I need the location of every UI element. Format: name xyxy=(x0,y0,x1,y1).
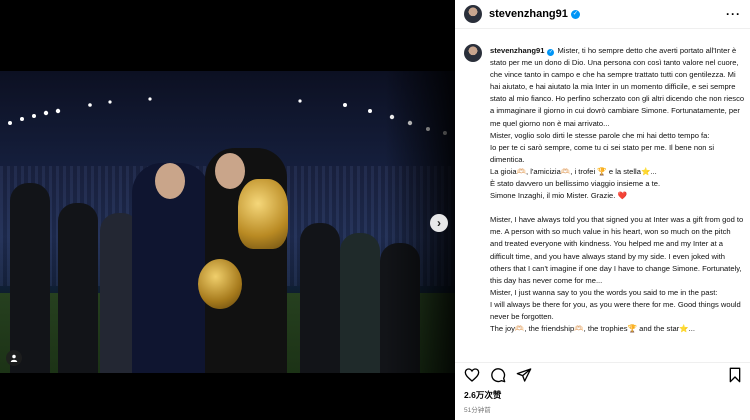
caption-line: I will always be there for you, as you w… xyxy=(490,299,741,321)
trophy-cup xyxy=(238,179,288,249)
post-timestamp: 51分钟前 xyxy=(464,407,491,414)
trophy-cup xyxy=(198,259,242,309)
caption-line: Io per te ci sarò sempre, come tu ci sei… xyxy=(490,142,715,164)
person-head xyxy=(215,153,245,189)
avatar[interactable] xyxy=(464,44,482,62)
person-silhouette xyxy=(58,203,98,373)
person-head xyxy=(155,163,185,199)
caption-line: Mister, voglio solo dirti le stesse paro… xyxy=(490,130,710,140)
likes-count[interactable]: 2.6万次赞 xyxy=(464,389,501,401)
caption-gap xyxy=(490,202,745,214)
comment-icon[interactable] xyxy=(490,367,506,383)
bookmark-icon[interactable] xyxy=(727,367,743,383)
verified-badge-icon: ✓ xyxy=(570,9,580,19)
post-photo[interactable] xyxy=(0,71,455,373)
post-header: stevenzhang91 ✓ ··· xyxy=(455,0,750,29)
caption-line: The joy🫶🏻, the friendship🫶🏻, the trophie… xyxy=(490,324,695,334)
heart-icon[interactable] xyxy=(464,367,480,383)
avatar[interactable] xyxy=(464,5,482,23)
person-silhouette xyxy=(340,233,380,373)
caption-line: Mister, I have always told you that sign… xyxy=(490,215,744,285)
username[interactable]: stevenzhang91 xyxy=(489,8,568,20)
chevron-right-icon[interactable]: › xyxy=(430,214,448,232)
caption-area: stevenzhang91 ✓ Mister, ti ho sempre detto… xyxy=(455,36,750,364)
post-sidebar: stevenzhang91 ✓ ··· stevenzhang91 ✓ Mister… xyxy=(455,0,750,420)
action-bar xyxy=(455,362,750,385)
caption-line: È stato davvero un bellissimo viaggio in… xyxy=(490,179,661,189)
post-media: › xyxy=(0,0,455,420)
caption-line: La gioia🫶🏻, l'amicizia🫶🏻, i trofei 🏆 e l… xyxy=(490,166,657,176)
share-icon[interactable] xyxy=(516,367,532,383)
caption-username[interactable]: stevenzhang91 xyxy=(490,46,544,55)
more-options-icon[interactable]: ··· xyxy=(726,7,741,21)
verified-badge-icon: ✓ xyxy=(547,49,555,56)
caption: stevenzhang91 ✓ Mister, ti ho sempre detto… xyxy=(490,45,745,335)
caption-line: Mister, ti ho sempre detto che averti po… xyxy=(490,46,745,128)
caption-line: Mister, I just wanna say to you the word… xyxy=(490,287,718,297)
caption-line: Simone Inzaghi, il mio Mister. Grazie. ❤… xyxy=(490,191,627,201)
person-silhouette xyxy=(300,223,340,373)
person-silhouette xyxy=(10,183,50,373)
tagged-user-icon[interactable] xyxy=(6,350,22,366)
